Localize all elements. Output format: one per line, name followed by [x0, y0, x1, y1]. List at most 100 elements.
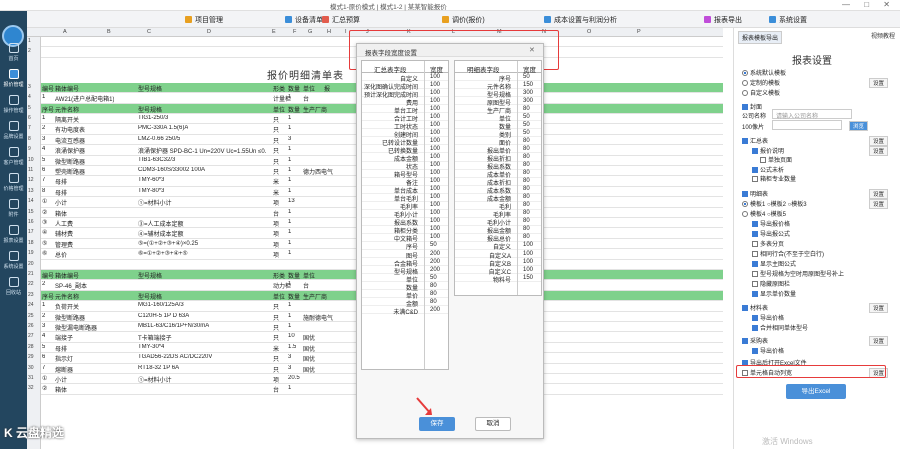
field-width[interactable]: 80 — [523, 226, 530, 232]
table-cell[interactable]: LMZ-0.66 250/5 — [138, 136, 180, 142]
field-row[interactable]: 自定义C 100 — [455, 266, 541, 276]
field-width[interactable]: 80 — [523, 154, 530, 160]
field-width[interactable]: 80 — [523, 202, 530, 208]
table-cell[interactable]: 浪涌保护器 SPD-BC-1 Un=220V Uc=1.55Un ≤0. — [138, 146, 266, 155]
field-row[interactable]: 面价 80 — [455, 137, 541, 147]
table-cell[interactable]: 1 — [288, 115, 291, 121]
table-cell[interactable]: 1 — [288, 281, 291, 287]
table-cell[interactable]: 1 — [288, 229, 291, 235]
setting-item[interactable]: 多表分页 — [752, 239, 784, 248]
table-cell[interactable]: SP-46_副本 — [55, 281, 87, 290]
field-width[interactable]: 100 — [430, 138, 440, 144]
field-row[interactable]: 成本单价 80 — [455, 170, 541, 179]
table-cell[interactable]: 项 — [273, 229, 279, 238]
table-cell[interactable]: ①=材料小计 — [138, 375, 172, 384]
checkbox-icon[interactable] — [742, 338, 748, 344]
table-cell[interactable]: 箱体 — [55, 385, 67, 394]
checkbox-icon[interactable] — [752, 231, 758, 237]
table-cell[interactable]: 微型漏电断路器 — [55, 323, 97, 332]
table-cell[interactable]: 10 — [288, 333, 295, 339]
field-row[interactable]: 合计工时 100 — [362, 113, 448, 123]
radio-icon[interactable] — [742, 90, 748, 96]
radio-icon[interactable] — [742, 211, 748, 217]
field-width[interactable]: 100 — [430, 170, 440, 176]
table-cell[interactable]: 6 — [42, 354, 45, 360]
field-row[interactable]: 单台成本 100 — [362, 186, 448, 195]
field-row[interactable]: 自定义B 100 — [455, 258, 541, 268]
setting-item[interactable]: 材料表 — [742, 303, 768, 312]
field-row[interactable]: 毛利 80 — [455, 202, 541, 211]
table-cell[interactable]: 只 — [273, 333, 279, 342]
table-cell[interactable]: 台 — [303, 281, 309, 290]
table-cell[interactable]: 箱体 — [55, 209, 67, 218]
menu-item-1[interactable]: 设备清单 — [285, 15, 323, 25]
settings-button[interactable]: 设置 — [868, 336, 888, 346]
field-width[interactable]: 100 — [430, 154, 440, 160]
field-width[interactable]: 50 — [523, 74, 530, 80]
setting-item[interactable]: 导出价格 — [752, 346, 784, 355]
table-cell[interactable]: 元件名称 — [55, 292, 79, 301]
table-cell[interactable]: 序号 — [42, 292, 54, 301]
table-cell[interactable]: ①=材料小计 — [138, 198, 172, 207]
table-cell[interactable]: 1 — [288, 250, 291, 256]
table-cell[interactable]: 20.5 — [288, 375, 300, 381]
table-cell[interactable]: 单位 — [303, 271, 315, 280]
table-cell[interactable]: 施耐德电气 — [303, 313, 333, 322]
table-cell[interactable]: 型号规格 — [138, 84, 162, 93]
field-width[interactable]: 50 — [523, 114, 530, 120]
table-cell[interactable]: 1 — [288, 94, 291, 100]
table-cell[interactable]: 国优 — [303, 365, 315, 374]
table-cell[interactable]: 3 — [288, 365, 291, 371]
table-cell[interactable]: 只 — [273, 146, 279, 155]
field-width[interactable]: 80 — [430, 291, 437, 297]
checkbox-icon[interactable] — [742, 138, 748, 144]
checkbox-icon[interactable] — [742, 104, 748, 110]
field-width[interactable]: 200 — [430, 251, 440, 257]
field-row[interactable]: 已转换数量 100 — [362, 145, 448, 155]
table-cell[interactable]: 负荷开关 — [55, 302, 79, 311]
table-cell[interactable]: 箱体编号 — [55, 84, 79, 93]
field-width[interactable]: 100 — [430, 186, 440, 192]
field-row[interactable]: 报出金额 80 — [455, 226, 541, 235]
field-width[interactable]: 100 — [523, 267, 533, 273]
table-cell[interactable]: T卡箱端接子 — [138, 333, 172, 342]
field-width[interactable]: 150 — [523, 82, 533, 88]
table-cell[interactable]: 只 — [273, 302, 279, 311]
table-cell[interactable]: 管理费 — [55, 240, 73, 249]
radio-icon[interactable] — [742, 70, 748, 76]
field-width[interactable]: 80 — [523, 186, 530, 192]
table-cell[interactable]: 形类 — [273, 84, 285, 93]
table-cell[interactable]: 只 — [273, 323, 279, 332]
nav-item-6[interactable]: 附件 — [2, 199, 25, 218]
checkbox-icon[interactable] — [752, 315, 758, 321]
field-width[interactable]: 80 — [523, 178, 530, 184]
table-cell[interactable]: 编号 — [42, 271, 54, 280]
table-cell[interactable]: 单位 — [303, 84, 315, 93]
field-row[interactable]: 自定义 100 — [455, 242, 541, 251]
field-width[interactable]: 80 — [523, 170, 530, 176]
table-cell[interactable]: 2 — [42, 125, 45, 131]
table-cell[interactable]: 熔断器 — [55, 365, 73, 374]
field-row[interactable]: 单价 80 — [362, 290, 448, 300]
field-row[interactable]: 成本折扣 80 — [455, 178, 541, 187]
menu-item-4[interactable]: 成本设置与利润分析 — [544, 15, 617, 25]
menu-item-5[interactable]: 报表导出 — [704, 15, 742, 25]
settings-button[interactable]: 设置 — [868, 78, 888, 88]
table-cell[interactable]: 有功电度表 — [55, 125, 85, 134]
setting-item[interactable]: 合并相同单体型号 — [752, 323, 808, 332]
setting-item[interactable]: 模板4 ○模板5 — [742, 209, 786, 218]
table-cell[interactable]: 元件名称 — [55, 105, 79, 114]
table-cell[interactable]: 编号 — [42, 84, 54, 93]
setting-item[interactable]: 公司名称 — [742, 111, 766, 120]
checkbox-icon[interactable] — [752, 348, 758, 354]
table-cell[interactable]: 1 — [288, 240, 291, 246]
table-cell[interactable]: 数量 — [288, 105, 300, 114]
table-cell[interactable]: 台 — [273, 385, 279, 394]
field-row[interactable]: 备注 100 — [362, 178, 448, 187]
table-cell[interactable]: 4 — [42, 146, 45, 152]
field-width[interactable]: 200 — [430, 267, 440, 273]
checkbox-icon[interactable] — [752, 148, 758, 154]
menu-item-2[interactable]: 汇总预算 — [322, 15, 360, 25]
table-cell[interactable]: 1 — [288, 323, 291, 329]
field-width[interactable]: 80 — [430, 299, 437, 305]
